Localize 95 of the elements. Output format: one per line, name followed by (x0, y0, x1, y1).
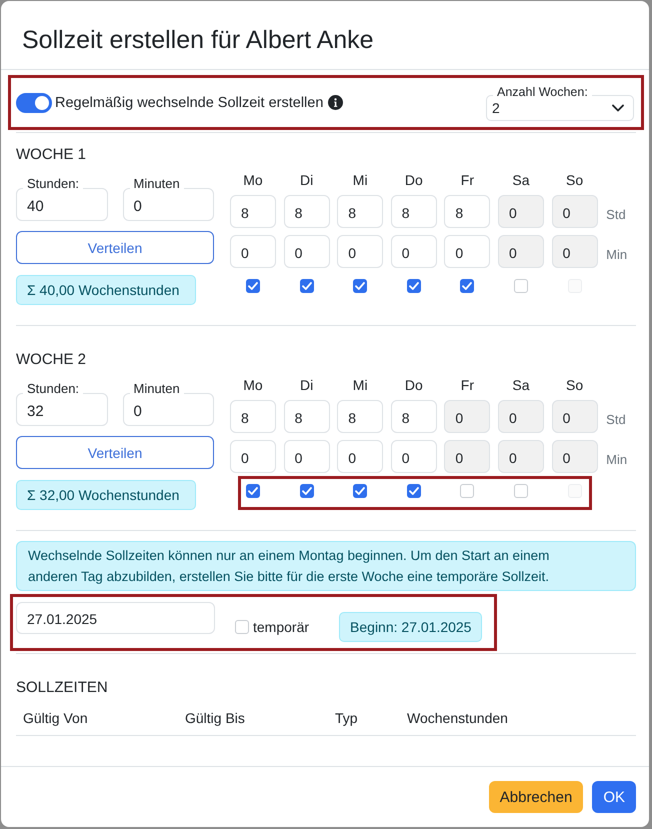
info-notice: Wechselnde Sollzeiten können nur an einem Montag beginnen. Um den Start an einem anderen Tag abzubilden, erstellen Sie bitte für die erste Woche eine temporäre Sollzeit. (16, 541, 636, 591)
begin-date-badge: Beginn: 27.01.2025 (339, 612, 482, 642)
day-hours-field[interactable]: 8 (284, 400, 330, 433)
day-minutes-field[interactable]: 0 (444, 235, 490, 268)
unit-label: Std (605, 206, 627, 222)
dialog-title: Sollzeit erstellen für Albert Anke (22, 26, 374, 54)
checkbox-label: temporär (253, 619, 310, 635)
column-header: Typ (335, 710, 359, 728)
day-minutes-field[interactable]: 0 (498, 440, 544, 473)
day-hours-field[interactable]: 8 (390, 400, 437, 433)
day-hours-field[interactable]: 8 (337, 195, 384, 228)
day-hours-field[interactable]: 8 (444, 195, 490, 228)
check-icon (408, 282, 419, 290)
chevron-icon (612, 104, 624, 112)
checkbox[interactable] (353, 279, 368, 293)
day-label: Do (404, 172, 424, 188)
checkbox[interactable] (460, 484, 474, 498)
day-hours-field[interactable]: 0 (498, 195, 544, 228)
day-label: Sa (511, 377, 531, 393)
unit-label: Min (605, 246, 628, 262)
day-hours-field[interactable]: 8 (390, 195, 437, 228)
day-hours-field[interactable]: 8 (284, 195, 330, 228)
distribute-button[interactable]: Verteilen (16, 436, 214, 469)
weekly-hours-badge: Σ 40,00 Wochenstunden (16, 275, 196, 305)
field-label: Stunden: (23, 177, 84, 191)
day-label: Di (298, 377, 314, 393)
checkbox[interactable] (300, 279, 314, 293)
field-label: Anzahl Wochen: (493, 84, 592, 98)
checkbox[interactable] (353, 484, 368, 498)
day-minutes-field[interactable]: 0 (230, 440, 276, 473)
day-label: Mi (352, 172, 369, 188)
day-label: So (565, 172, 584, 188)
checkbox[interactable] (246, 279, 260, 293)
day-minutes-field[interactable]: 0 (552, 440, 598, 473)
day-label: Fr (460, 377, 475, 393)
week-heading: WOCHE 2 (16, 352, 88, 368)
check-icon (248, 282, 258, 290)
day-minutes-field[interactable]: 0 (444, 440, 490, 473)
day-label: Mi (352, 377, 369, 393)
day-hours-field[interactable]: 0 (552, 195, 598, 228)
day-minutes-field[interactable]: 0 (552, 235, 598, 268)
day-label: Sa (511, 172, 531, 188)
day-minutes-field[interactable]: 0 (230, 235, 276, 268)
day-label: So (565, 377, 584, 393)
check-icon (355, 487, 366, 495)
column-header: Gültig Bis (185, 710, 246, 728)
day-hours-field[interactable]: 8 (230, 195, 276, 228)
check-icon (408, 487, 419, 495)
day-label: Fr (460, 172, 475, 188)
cancel-button[interactable]: Abbrechen (488, 781, 584, 813)
week-heading: WOCHE 1 (16, 147, 88, 163)
checkbox[interactable] (406, 484, 421, 498)
unit-label: Std (605, 410, 627, 426)
day-minutes-field[interactable]: 0 (284, 235, 330, 268)
day-minutes-field[interactable]: 0 (337, 440, 384, 473)
day-hours-field[interactable]: 8 (230, 400, 276, 433)
day-label: Mo (242, 377, 264, 393)
day-label: Di (298, 172, 314, 188)
check-icon (462, 282, 472, 290)
field-label: Minuten (130, 382, 184, 396)
checkbox[interactable] (406, 279, 421, 293)
day-hours-field[interactable]: 8 (337, 400, 384, 433)
info-icon[interactable] (328, 95, 344, 110)
day-hours-field[interactable]: 0 (498, 400, 544, 433)
check-icon (302, 282, 312, 290)
check-icon (248, 487, 258, 495)
day-minutes-field[interactable]: 0 (337, 235, 384, 268)
toggle-switch[interactable] (16, 92, 52, 112)
field-label: Stunden: (23, 382, 84, 396)
day-minutes-field[interactable]: 0 (390, 440, 437, 473)
day-minutes-field[interactable]: 0 (390, 235, 437, 268)
checkbox[interactable] (514, 484, 528, 498)
checkbox[interactable] (460, 279, 474, 293)
column-header: Gültig Von (23, 710, 89, 728)
field-label: Minuten (130, 177, 184, 191)
section-heading: SOLLZEITEN (16, 680, 109, 696)
checkbox[interactable] (246, 484, 260, 498)
toggle-label: Regelmäßig wechselnde Sollzeit erstellen (55, 94, 324, 110)
check-icon (355, 282, 366, 290)
day-label: Mo (242, 172, 264, 188)
day-minutes-field[interactable]: 0 (284, 440, 330, 473)
day-hours-field[interactable]: 0 (552, 400, 598, 433)
check-icon (302, 487, 312, 495)
checkbox[interactable] (514, 279, 528, 293)
weekly-hours-badge: Σ 32,00 Wochenstunden (16, 480, 196, 510)
checkbox[interactable] (235, 620, 249, 634)
ok-button[interactable]: OK (592, 781, 636, 813)
checkbox[interactable] (300, 484, 314, 498)
column-header: Wochenstunden (407, 710, 509, 728)
day-hours-field[interactable]: 0 (444, 400, 490, 433)
day-minutes-field[interactable]: 0 (498, 235, 544, 268)
day-label: Do (404, 377, 424, 393)
distribute-button[interactable]: Verteilen (16, 231, 214, 264)
unit-label: Min (605, 450, 628, 466)
date-field[interactable]: 27.01.2025 (16, 602, 215, 634)
